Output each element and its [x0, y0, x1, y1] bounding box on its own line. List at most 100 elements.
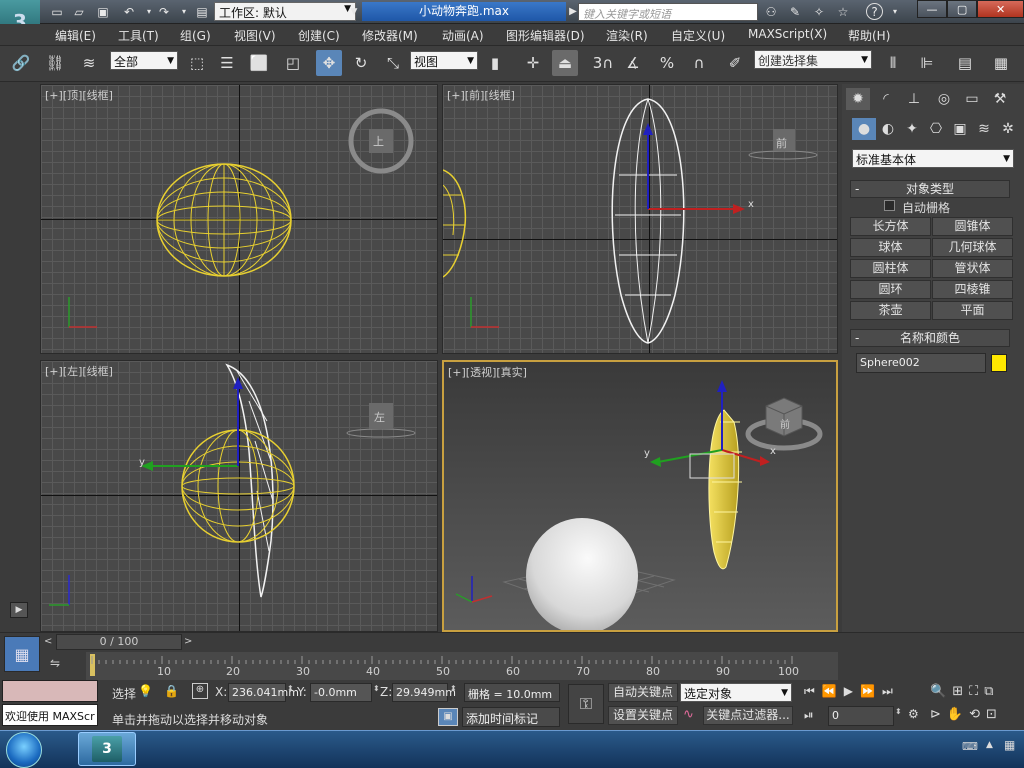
- viewport-front[interactable]: [+][前][线框] x 前: [442, 84, 838, 354]
- named-selection-set-dropdown[interactable]: 创建选择集 ▼: [754, 50, 872, 69]
- menu-maxscript[interactable]: MAXScript(X): [748, 27, 827, 41]
- window-crossing-icon[interactable]: ◰: [280, 50, 306, 76]
- select-by-name-icon[interactable]: ☰: [214, 50, 240, 76]
- auto-key-button[interactable]: 自动关键点: [608, 683, 678, 702]
- teapot-button[interactable]: 茶壶: [850, 301, 931, 320]
- align-icon[interactable]: ⊫: [914, 50, 940, 76]
- geosphere-button[interactable]: 几何球体: [932, 238, 1013, 257]
- edit-named-selection-icon[interactable]: ✐: [722, 50, 748, 76]
- tray-arrow-icon[interactable]: ▲: [986, 740, 993, 750]
- name-and-color-rollout[interactable]: - 名称和颜色: [850, 329, 1010, 347]
- viewport-top[interactable]: [+][顶][线框] 上: [40, 84, 438, 354]
- bind-space-warp-icon[interactable]: ≋: [76, 50, 102, 76]
- pan-icon[interactable]: ✋: [947, 707, 969, 722]
- binoculars-icon[interactable]: ⚇: [762, 3, 780, 20]
- shapes-icon[interactable]: ◐: [876, 118, 900, 140]
- viewport-perspective[interactable]: [+][透视][真实] x y 前: [442, 360, 838, 632]
- favorites-star-icon[interactable]: ☆: [834, 3, 852, 20]
- menu-customize[interactable]: 自定义(U): [671, 27, 725, 44]
- viewcube-label[interactable]: 前: [776, 135, 787, 151]
- keyboard-tray-icon[interactable]: ⌨: [962, 740, 978, 753]
- time-config-icon[interactable]: ⚙: [908, 707, 919, 721]
- select-object-icon[interactable]: ⬚: [184, 50, 210, 76]
- reference-coordinate-dropdown[interactable]: 视图 ▼: [410, 51, 478, 70]
- project-folder-icon[interactable]: ▤: [193, 3, 211, 20]
- minimize-button[interactable]: —: [917, 0, 948, 18]
- redo-dropdown-icon[interactable]: ▾: [175, 3, 193, 20]
- network-tray-icon[interactable]: ▦: [1004, 738, 1015, 752]
- curve-icon[interactable]: ∿: [683, 707, 701, 725]
- menu-animation[interactable]: 动画(A): [442, 27, 484, 44]
- windows-start-icon[interactable]: [6, 732, 42, 768]
- viewcube-label[interactable]: 左: [374, 409, 385, 425]
- z-coordinate-input[interactable]: 29.949mm: [392, 683, 456, 702]
- object-color-swatch[interactable]: [991, 354, 1007, 372]
- quick-access-dropdown-icon[interactable]: ▼: [345, 3, 363, 20]
- go-to-start-icon[interactable]: ⏮: [804, 684, 822, 698]
- mini-curve-editor-icon[interactable]: ⇋: [50, 656, 74, 674]
- modify-tab-icon[interactable]: ◜: [874, 88, 898, 110]
- help-dropdown-icon[interactable]: ▾: [886, 3, 904, 20]
- tube-button[interactable]: 管状体: [932, 259, 1013, 278]
- keyboard-shortcut-override-icon[interactable]: ⏏: [552, 50, 578, 76]
- welcome-text[interactable]: 欢迎使用 MAXScr: [2, 704, 98, 726]
- menu-modifiers[interactable]: 修改器(M): [362, 27, 418, 44]
- workspace-dropdown[interactable]: 工作区: 默认 ▼: [214, 2, 356, 21]
- key-mode-dropdown[interactable]: 选定对象 ▼: [680, 683, 792, 702]
- maximize-button[interactable]: ▢: [947, 0, 978, 18]
- select-and-link-icon[interactable]: 🔗: [8, 50, 34, 76]
- spinner-icon[interactable]: ⬍: [895, 707, 902, 716]
- spinner-icon[interactable]: ⬍: [287, 684, 294, 693]
- tools-icon[interactable]: ✎: [786, 3, 804, 20]
- set-key-button[interactable]: 设置关键点: [608, 706, 678, 725]
- time-prev-icon[interactable]: <: [44, 636, 56, 650]
- viewcube-label[interactable]: 上: [373, 133, 389, 149]
- display-tab-icon[interactable]: ▭: [960, 88, 984, 110]
- redo-icon[interactable]: ↷: [155, 3, 173, 20]
- plane-button[interactable]: 平面: [932, 301, 1013, 320]
- utilities-tab-icon[interactable]: ⚒: [988, 88, 1012, 110]
- undo-icon[interactable]: ↶: [120, 3, 138, 20]
- time-next-icon[interactable]: >: [184, 636, 196, 650]
- play-arrow-icon[interactable]: ▶: [10, 602, 28, 618]
- object-type-rollout[interactable]: - 对象类型: [850, 180, 1010, 198]
- select-manipulate-icon[interactable]: ✛: [520, 50, 546, 76]
- zoom-all-icon[interactable]: ⊞: [952, 684, 969, 699]
- spinner-icon[interactable]: ⬍: [450, 684, 457, 693]
- add-time-tag-field[interactable]: 添加时间标记: [462, 707, 560, 727]
- set-key-icon[interactable]: ⚿: [568, 684, 604, 724]
- object-name-input[interactable]: Sphere002: [856, 353, 986, 373]
- pyramid-button[interactable]: 四棱锥: [932, 280, 1013, 299]
- menu-rendering[interactable]: 渲染(R): [606, 27, 648, 44]
- select-and-rotate-icon[interactable]: ↻: [348, 50, 374, 76]
- menu-group[interactable]: 组(G): [180, 27, 211, 44]
- select-and-scale-icon[interactable]: ⤡: [380, 50, 406, 76]
- selection-filter-dropdown[interactable]: 全部 ▼: [110, 51, 178, 70]
- viewport-left[interactable]: [+][左][线框] y 左: [40, 360, 438, 632]
- isolate-icon[interactable]: 💡: [138, 684, 153, 698]
- motion-tab-icon[interactable]: ◎: [932, 88, 956, 110]
- systems-icon[interactable]: ✲: [996, 118, 1020, 140]
- x-coordinate-input[interactable]: 236.041mm: [228, 683, 299, 702]
- save-file-icon[interactable]: ▣: [94, 3, 112, 20]
- next-frame-icon[interactable]: ⏩: [860, 684, 882, 698]
- helpers-icon[interactable]: ▣: [948, 118, 972, 140]
- field-of-view-icon[interactable]: ⊳: [930, 707, 947, 722]
- box-button[interactable]: 长方体: [850, 217, 931, 236]
- zoom-extents-all-icon[interactable]: ⧉: [984, 684, 999, 699]
- y-coordinate-input[interactable]: -0.0mm: [310, 683, 372, 702]
- spinner-icon[interactable]: ⬍: [373, 684, 380, 693]
- menu-create[interactable]: 创建(C): [298, 27, 340, 44]
- rectangular-selection-icon[interactable]: ⬜: [246, 50, 272, 76]
- current-frame-input[interactable]: 0: [828, 706, 894, 726]
- lock-icon[interactable]: 🔒: [164, 684, 179, 698]
- taskbar-3dsmax-button[interactable]: 3: [78, 732, 136, 766]
- spinner-snap-icon[interactable]: ∩: [686, 50, 712, 76]
- zoom-icon[interactable]: 🔍: [930, 684, 952, 699]
- time-tag-icon[interactable]: ▣: [438, 708, 458, 726]
- cone-button[interactable]: 圆锥体: [932, 217, 1013, 236]
- unlink-icon[interactable]: ⛓: [42, 50, 68, 76]
- new-file-icon[interactable]: ▭: [48, 3, 66, 20]
- hierarchy-tab-icon[interactable]: ⊥: [902, 88, 926, 110]
- orbit-icon[interactable]: ⟲: [969, 707, 986, 722]
